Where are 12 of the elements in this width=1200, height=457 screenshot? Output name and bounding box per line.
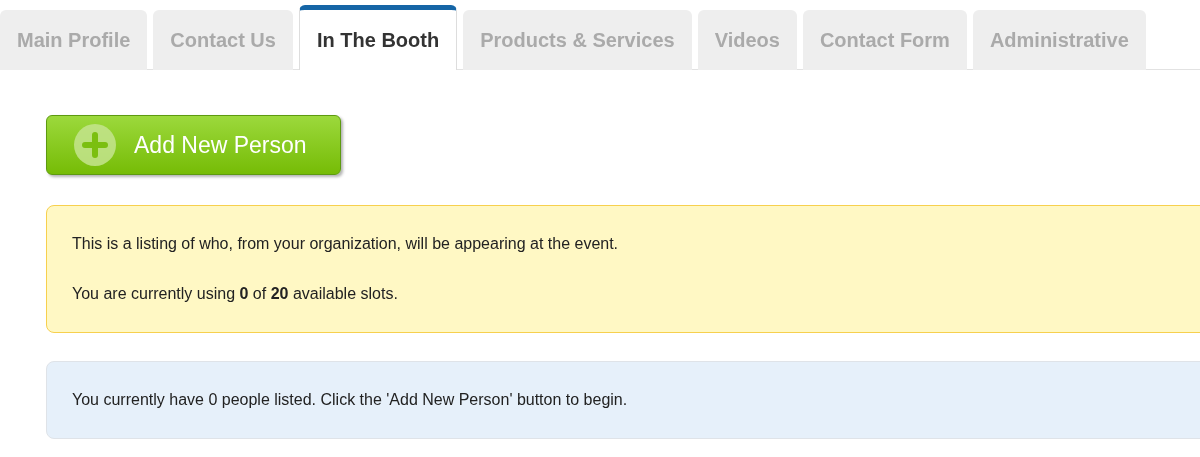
tab[interactable]: Products & Services bbox=[463, 10, 692, 70]
plus-icon bbox=[74, 124, 116, 166]
tab[interactable]: Videos bbox=[697, 10, 797, 70]
tab[interactable]: Contact Us bbox=[153, 10, 293, 70]
tab[interactable]: Contact Form bbox=[802, 10, 967, 70]
tab[interactable]: Main Profile bbox=[0, 10, 148, 70]
tab[interactable]: Administrative bbox=[972, 10, 1146, 70]
notice-text: This is a listing of who, from your organization, will be appearing at the event. bbox=[72, 234, 620, 254]
tab[interactable]: In The Booth bbox=[298, 5, 458, 70]
info-text: You currently have 0 people listed. Click the 'Add New Person' button to begin. bbox=[72, 390, 629, 410]
notice-text: You are currently using 0 of 20 available slots. bbox=[72, 284, 399, 304]
add-person-button[interactable]: Add New Person bbox=[46, 115, 341, 175]
